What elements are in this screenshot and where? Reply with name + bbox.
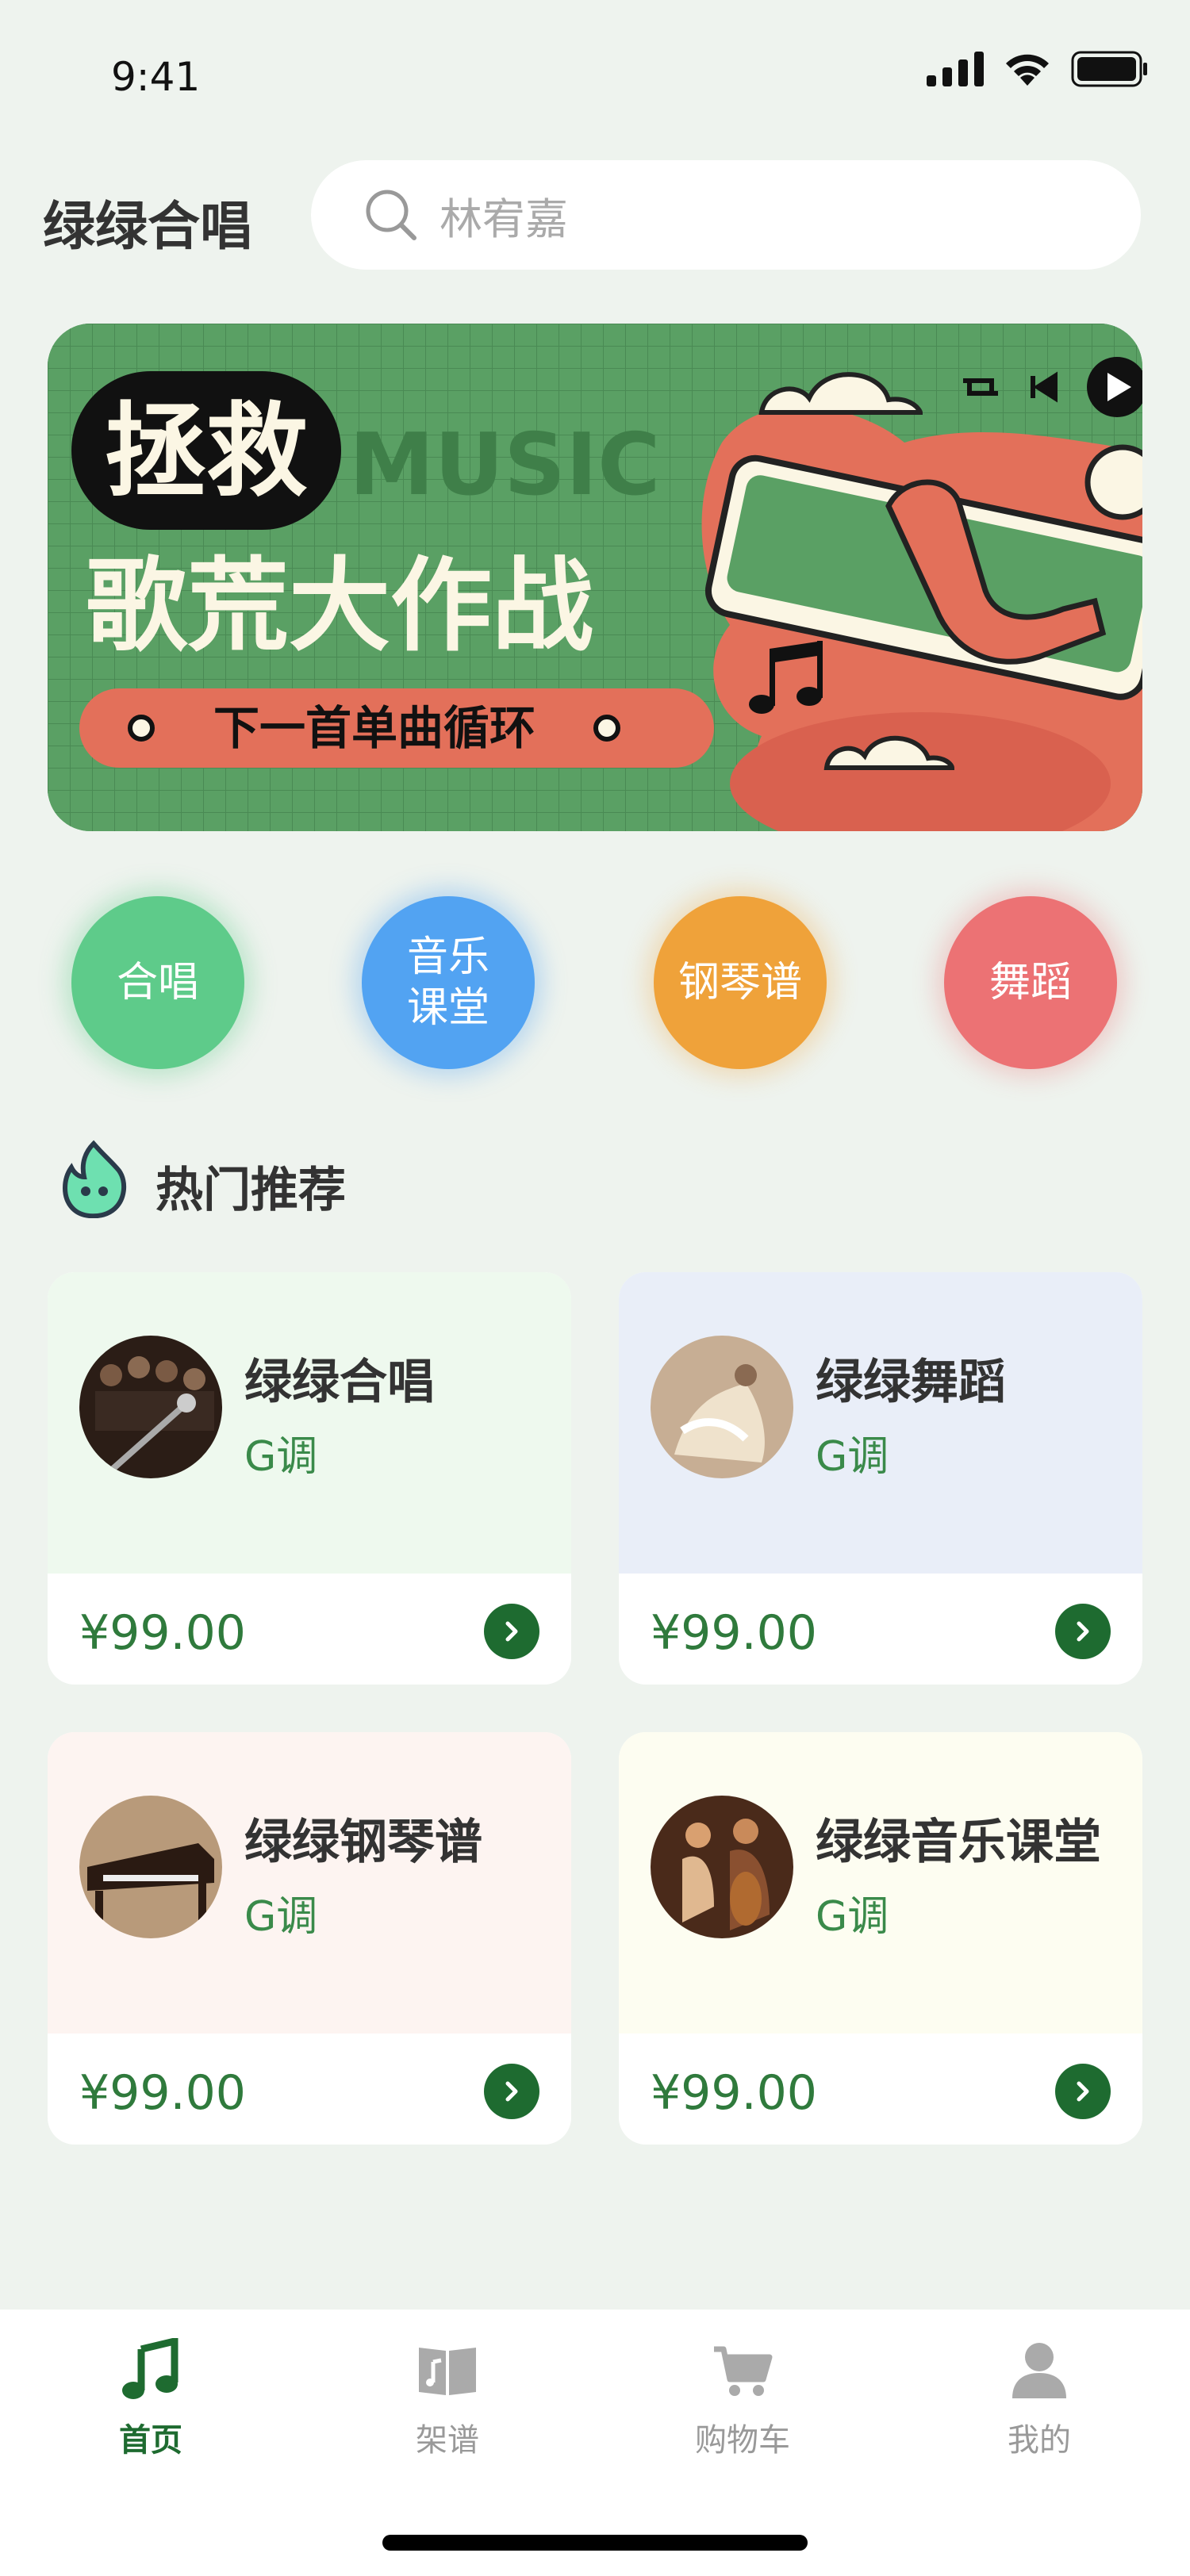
category-label: 舞蹈 bbox=[988, 959, 1072, 1006]
banner-headline: 歌荒大作战 bbox=[86, 547, 593, 665]
product-card[interactable]: 绿绿钢琴谱 G调 ¥99.00 bbox=[48, 1732, 571, 2145]
status-time: 9:41 bbox=[111, 54, 201, 100]
product-price: ¥99.00 bbox=[651, 2065, 817, 2121]
tab-label: 购物车 bbox=[695, 2422, 790, 2459]
category-dance[interactable]: 舞蹈 bbox=[944, 896, 1117, 1069]
battery-icon bbox=[1071, 51, 1147, 87]
product-price: ¥99.00 bbox=[79, 2065, 246, 2121]
product-name: 绿绿音乐课堂 bbox=[816, 1815, 1101, 1870]
category-music-class[interactable]: 音乐 课堂 bbox=[362, 896, 535, 1069]
product-thumbnail bbox=[651, 1796, 793, 1938]
product-thumbnail bbox=[651, 1336, 793, 1478]
app-title: 绿绿合唱 bbox=[43, 196, 252, 257]
product-thumbnail bbox=[79, 1336, 222, 1478]
search-input[interactable]: 林宥嘉 bbox=[311, 160, 1141, 270]
category-chorus[interactable]: 合唱 bbox=[71, 896, 244, 1069]
product-name: 绿绿钢琴谱 bbox=[244, 1815, 482, 1870]
product-name: 绿绿合唱 bbox=[244, 1355, 435, 1410]
section-title: 热门推荐 bbox=[155, 1163, 346, 1218]
category-label: 钢琴谱 bbox=[678, 959, 802, 1006]
tab-label: 首页 bbox=[119, 2422, 182, 2459]
arrow-right-icon[interactable] bbox=[484, 1604, 539, 1659]
music-note-icon bbox=[122, 2336, 178, 2399]
product-card[interactable]: 绿绿舞蹈 G调 ¥99.00 bbox=[619, 1272, 1142, 1685]
product-price: ¥99.00 bbox=[79, 1605, 246, 1661]
product-key: G调 bbox=[816, 1433, 889, 1481]
cart-icon bbox=[714, 2346, 773, 2396]
tab-bar: 首页 架谱 购物车 我的 bbox=[0, 2310, 1190, 2576]
search-placeholder: 林宥嘉 bbox=[440, 194, 568, 244]
product-name: 绿绿舞蹈 bbox=[816, 1355, 1006, 1410]
banner-badge: 拯救 bbox=[105, 393, 308, 511]
tab-label: 架谱 bbox=[416, 2422, 479, 2459]
wifi-icon bbox=[1006, 54, 1049, 86]
home-indicator bbox=[382, 2535, 808, 2551]
product-thumbnail bbox=[79, 1796, 222, 1938]
user-icon bbox=[1012, 2343, 1066, 2398]
banner-pill-text: 下一首单曲循环 bbox=[213, 701, 536, 755]
status-icons bbox=[927, 51, 1149, 87]
product-price: ¥99.00 bbox=[651, 1605, 817, 1661]
product-key: G调 bbox=[244, 1433, 318, 1481]
category-label: 音乐 bbox=[406, 933, 489, 981]
book-icon bbox=[419, 2348, 476, 2395]
tab-home[interactable]: 首页 bbox=[56, 2336, 246, 2460]
product-card[interactable]: 绿绿音乐课堂 G调 ¥99.00 bbox=[619, 1732, 1142, 2145]
tab-cart[interactable]: 购物车 bbox=[647, 2338, 838, 2460]
banner-music: MUSIC bbox=[349, 416, 660, 515]
category-label: 合唱 bbox=[116, 959, 199, 1006]
promo-banner[interactable]: 拯救 MUSIC 歌荒大作战 下一首单曲循环 bbox=[48, 324, 1142, 831]
category-label-line2: 课堂 bbox=[406, 984, 489, 1032]
category-piano-score[interactable]: 钢琴谱 bbox=[654, 896, 827, 1069]
signal-icon bbox=[927, 52, 984, 86]
arrow-right-icon[interactable] bbox=[484, 2064, 539, 2119]
product-key: G调 bbox=[816, 1893, 889, 1941]
arrow-right-icon[interactable] bbox=[1055, 1604, 1111, 1659]
product-card[interactable]: 绿绿合唱 G调 ¥99.00 bbox=[48, 1272, 571, 1685]
flame-icon bbox=[63, 1140, 127, 1218]
tab-scores[interactable]: 架谱 bbox=[352, 2338, 543, 2460]
product-key: G调 bbox=[244, 1893, 318, 1941]
tab-me[interactable]: 我的 bbox=[944, 2338, 1134, 2460]
search-icon bbox=[366, 190, 416, 240]
tab-label: 我的 bbox=[1008, 2422, 1071, 2459]
arrow-right-icon[interactable] bbox=[1055, 2064, 1111, 2119]
